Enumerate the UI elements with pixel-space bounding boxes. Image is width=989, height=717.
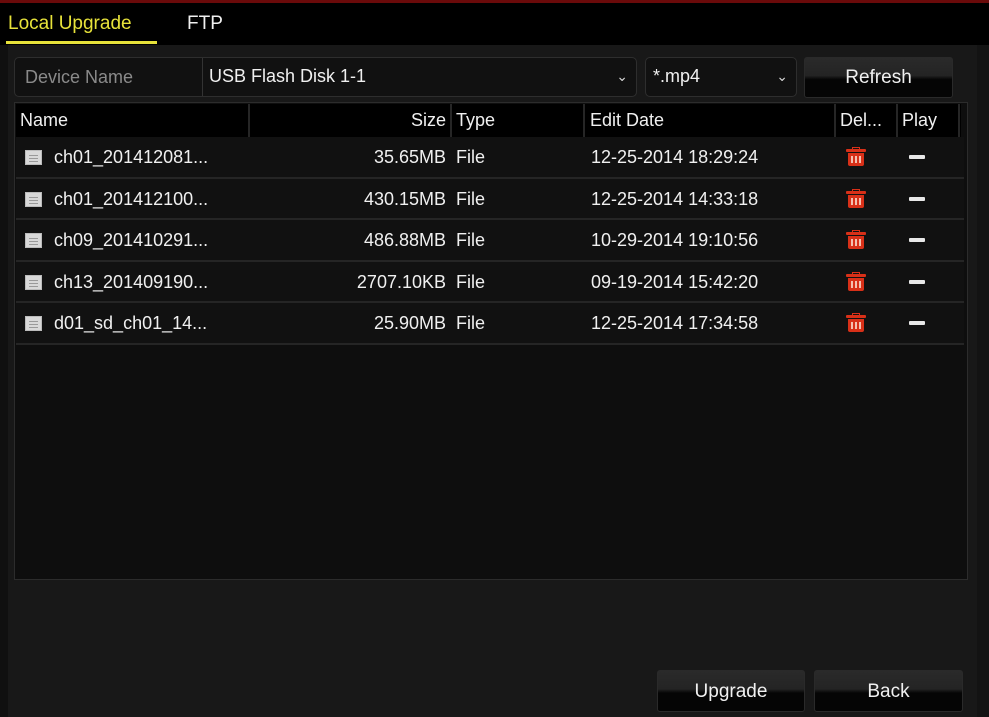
column-separator[interactable] <box>583 104 585 137</box>
device-name-select[interactable]: Device Name USB Flash Disk 1-1 ⌄ <box>14 57 637 97</box>
device-divider <box>202 58 203 96</box>
table-row[interactable]: d01_sd_ch01_14... 25.90MB File 12-25-201… <box>16 303 964 345</box>
file-size: 486.88MB <box>363 230 446 251</box>
file-icon <box>25 274 42 290</box>
column-header-delete[interactable]: Del... <box>840 104 882 137</box>
trash-icon[interactable] <box>845 313 867 333</box>
file-size: 2707.10KB <box>356 271 446 292</box>
chevron-down-icon[interactable]: ⌄ <box>616 68 628 85</box>
panel-right-edge <box>977 45 989 717</box>
file-edit-date: 09-19-2014 15:42:20 <box>591 271 759 292</box>
play-dash-icon[interactable] <box>909 279 925 284</box>
tab-ftp[interactable]: FTP <box>187 13 223 35</box>
trash-icon[interactable] <box>845 230 867 250</box>
table-body: ch01_201412081... 35.65MB File 12-25-201… <box>16 137 966 345</box>
file-icon <box>25 316 42 332</box>
active-tab-underline <box>6 41 157 44</box>
file-size: 430.15MB <box>363 188 446 209</box>
file-type: File <box>456 271 486 292</box>
file-size: 35.65MB <box>373 147 446 167</box>
file-size: 25.90MB <box>373 313 446 334</box>
file-edit-date: 12-25-2014 18:29:24 <box>591 147 759 167</box>
file-type: File <box>456 147 486 167</box>
trash-icon[interactable] <box>845 271 867 292</box>
column-header-edit-date[interactable]: Edit Date <box>590 104 664 137</box>
column-header-size[interactable]: Size <box>250 104 446 137</box>
file-icon <box>25 150 42 165</box>
column-separator[interactable] <box>450 104 452 137</box>
file-name: ch01_201412081... <box>54 147 209 167</box>
file-name: d01_sd_ch01_14... <box>54 313 208 334</box>
chevron-down-icon[interactable]: ⌄ <box>776 68 788 85</box>
back-button[interactable]: Back <box>814 670 963 712</box>
column-separator[interactable] <box>834 104 836 137</box>
file-name: ch09_201410291... <box>54 230 209 251</box>
refresh-button[interactable]: Refresh <box>804 57 953 98</box>
file-name: ch13_201409190... <box>54 271 209 292</box>
table-header: Name Size Type Edit Date Del... Play <box>16 104 961 137</box>
file-icon <box>25 233 42 249</box>
tab-local-upgrade[interactable]: Local Upgrade <box>8 13 132 35</box>
device-name-value: USB Flash Disk 1-1 <box>209 66 367 86</box>
file-edit-date: 12-25-2014 17:34:58 <box>591 313 759 334</box>
trash-icon[interactable] <box>845 188 867 209</box>
file-type-filter-select[interactable]: *.mp4 ⌄ <box>645 57 797 97</box>
play-dash-icon[interactable] <box>909 238 925 243</box>
column-header-play[interactable]: Play <box>902 104 937 137</box>
play-dash-icon[interactable] <box>909 321 925 326</box>
table-row[interactable]: ch01_201412100... 430.15MB File 12-25-20… <box>16 178 964 221</box>
column-separator[interactable] <box>958 104 960 137</box>
file-type: File <box>456 313 486 334</box>
upgrade-button[interactable]: Upgrade <box>657 670 805 712</box>
file-type: File <box>456 230 486 251</box>
play-dash-icon[interactable] <box>909 196 925 201</box>
table-row[interactable]: ch09_201410291... 486.88MB File 10-29-20… <box>16 220 964 262</box>
tab-bar: Local Upgrade FTP <box>0 3 989 45</box>
table-row[interactable]: ch01_201412081... 35.65MB File 12-25-201… <box>16 137 964 179</box>
column-header-name[interactable]: Name <box>20 104 68 137</box>
panel-left-edge <box>0 45 8 717</box>
file-edit-date: 10-29-2014 19:10:56 <box>591 230 759 251</box>
file-name: ch01_201412100... <box>54 188 209 209</box>
table-row[interactable]: ch13_201409190... 2707.10KB File 09-19-2… <box>16 261 964 304</box>
column-header-type[interactable]: Type <box>456 104 495 137</box>
file-type: File <box>456 188 486 209</box>
device-name-label: Device Name <box>25 67 134 87</box>
play-dash-icon[interactable] <box>909 155 925 159</box>
trash-icon[interactable] <box>845 147 867 167</box>
file-icon <box>25 191 42 207</box>
file-type-filter-value: *.mp4 <box>653 66 701 86</box>
file-edit-date: 12-25-2014 14:33:18 <box>591 188 759 209</box>
column-separator[interactable] <box>896 104 898 137</box>
file-table: Name Size Type Edit Date Del... Play ch0… <box>14 102 968 580</box>
